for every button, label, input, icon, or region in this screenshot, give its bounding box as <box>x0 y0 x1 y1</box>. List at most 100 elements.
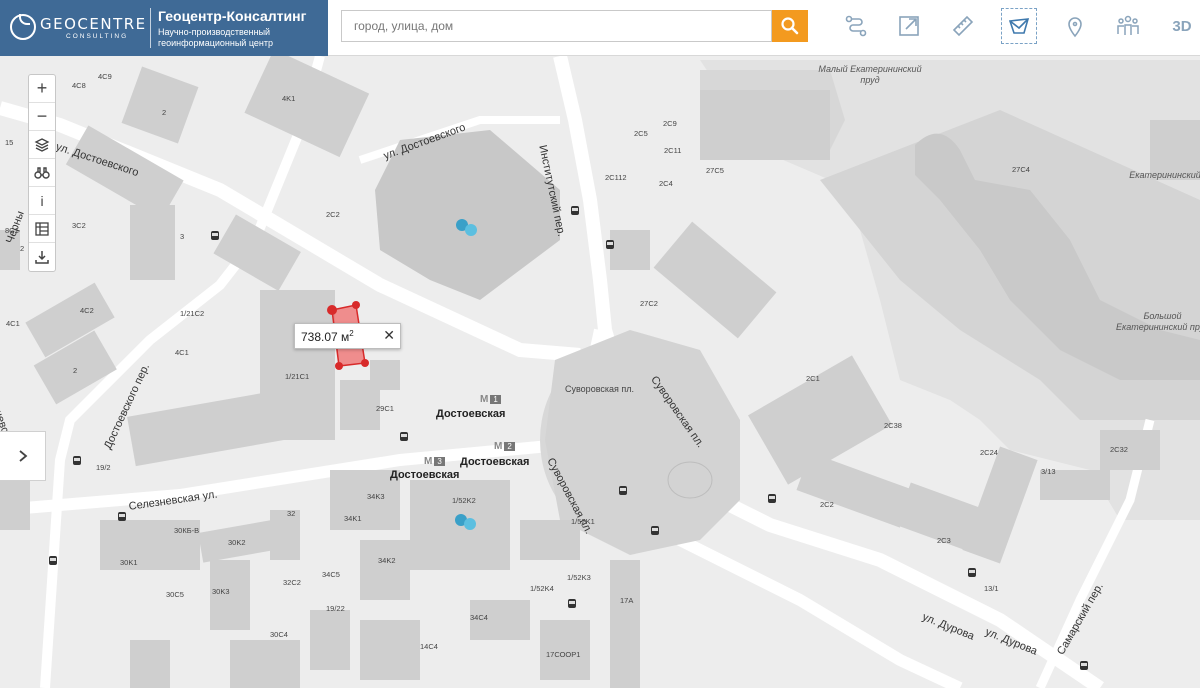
building-number-label: 19/2 <box>96 463 111 472</box>
binoculars-button[interactable] <box>29 159 55 187</box>
building-number-label: 1/52K4 <box>530 584 554 593</box>
metro-station-label: Достоевская <box>436 408 506 420</box>
building-number-label: 17СООР1 <box>546 650 581 659</box>
building-number-label: 13/1 <box>984 584 999 593</box>
building-number-label: 2 <box>73 366 78 375</box>
building-number-label: 27C4 <box>1012 165 1030 174</box>
park-label: Екатерининский <box>1129 170 1200 180</box>
building-number-label: 3/13 <box>1041 467 1056 476</box>
layers-button[interactable] <box>29 131 55 159</box>
bus-stop-icon <box>118 512 126 521</box>
chevron-right-icon <box>18 450 27 462</box>
close-popup-button[interactable]: ✕ <box>383 327 395 344</box>
map-controls: + − i <box>28 74 56 272</box>
share-tool-button[interactable] <box>891 8 927 44</box>
info-button[interactable]: i <box>29 187 55 215</box>
building-number-label: 27C2 <box>640 299 658 308</box>
building-number-label: 15 <box>5 138 14 147</box>
brand-block[interactable]: GEOCENTRE CONSULTING Геоцентр-Консалтинг… <box>0 0 328 56</box>
building-number-label: 34K2 <box>378 556 396 565</box>
building-number-label: 32 <box>287 509 296 518</box>
area-unit-power: 2 <box>349 329 354 338</box>
logo-icon <box>10 14 36 40</box>
building-number-label: 34C5 <box>322 570 340 579</box>
building-number-label: 30K2 <box>228 538 246 547</box>
bus-stop-icon <box>73 456 81 465</box>
metro-badge: M2 <box>494 441 515 452</box>
search-input[interactable] <box>341 10 772 42</box>
bus-stop-icon <box>651 526 659 535</box>
route-icon <box>845 15 867 37</box>
route-tool-button[interactable] <box>838 8 874 44</box>
building-number-label: 4C1 <box>175 348 189 357</box>
map-app: GEOCENTRE CONSULTING Геоцентр-Консалтинг… <box>0 0 1200 688</box>
metro-station-label: Достоевская <box>460 456 530 468</box>
3d-view-button[interactable]: 3D <box>1164 8 1200 44</box>
area-tool-button[interactable] <box>1001 8 1037 44</box>
external-link-icon <box>899 16 919 36</box>
area-measure-icon <box>1008 18 1030 34</box>
area-value: 738.07 м <box>301 330 350 344</box>
table-button[interactable] <box>29 215 55 243</box>
brand-divider <box>150 8 151 48</box>
bus-stop-icon <box>606 240 614 249</box>
building-number-label: 34K3 <box>367 492 385 501</box>
building-number-label: 30K1 <box>120 558 138 567</box>
building-number-label: 30C5 <box>166 590 184 599</box>
map-canvas[interactable]: ул. Достоевского ул. Достоевского Инстит… <box>0 56 1200 688</box>
grid-icon <box>35 221 49 236</box>
zoom-out-button[interactable]: − <box>29 103 55 131</box>
building-number-label: 1/21C2 <box>180 309 205 318</box>
building-number-label: 2C4 <box>659 179 673 188</box>
building-number-label: 2 <box>20 244 25 253</box>
download-icon <box>35 251 49 264</box>
brand-title: Геоцентр-Консалтинг <box>158 8 307 24</box>
people-tool-button[interactable] <box>1110 8 1146 44</box>
building-number-label: 32C2 <box>283 578 301 587</box>
building-number-label: 29C1 <box>376 404 394 413</box>
building-number-label: 8C1 <box>5 226 19 235</box>
building-number-label: 2C1 <box>806 374 820 383</box>
ruler-icon <box>952 15 974 37</box>
pin-tool-button[interactable] <box>1057 8 1093 44</box>
building-number-label: 34C4 <box>470 613 488 622</box>
building-number-label: 1/21C1 <box>285 372 310 381</box>
top-bar: GEOCENTRE CONSULTING Геоцентр-Консалтинг… <box>0 0 1200 56</box>
building-number-label: 2C5 <box>634 129 648 138</box>
building-number-label: 19/22 <box>326 604 345 613</box>
bus-stop-icon <box>400 432 408 441</box>
building-number-label: 2 <box>162 108 167 117</box>
search-button[interactable] <box>772 10 808 42</box>
side-panel-toggle[interactable] <box>0 431 46 481</box>
building-number-label: 2C3 <box>937 536 951 545</box>
bus-stop-icon <box>1080 661 1088 670</box>
park-label: Большой Екатерининский пруд <box>1115 311 1200 332</box>
building-number-label: 30КБ-В <box>174 526 200 535</box>
building-number-label: 34K1 <box>344 514 362 523</box>
building-number-label: 4C2 <box>80 306 94 315</box>
brand-subtitle: Научно-производственный геоинформационны… <box>158 27 273 48</box>
building-number-label: 4C8 <box>72 81 86 90</box>
metro-badge: M1 <box>480 394 501 405</box>
download-button[interactable] <box>29 243 55 271</box>
building-number-label: 2C11 <box>664 146 682 155</box>
layers-icon <box>34 137 50 152</box>
building-number-label: 4C9 <box>98 72 112 81</box>
bus-stop-icon <box>568 599 576 608</box>
building-number-label: 2C32 <box>1110 445 1128 454</box>
building-number-label: 4C1 <box>6 319 20 328</box>
ruler-tool-button[interactable] <box>945 8 981 44</box>
bus-stop-icon <box>619 486 627 495</box>
area-measurement-popup: 738.07 м2 ✕ <box>294 323 401 349</box>
building-number-label: 1/52K2 <box>452 496 476 505</box>
building-number-label: 17A <box>620 596 634 605</box>
bus-stop-icon <box>49 556 57 565</box>
building-number-label: 2C2 <box>326 210 340 219</box>
bus-stop-icon <box>968 568 976 577</box>
logo-subtext: CONSULTING <box>66 33 129 40</box>
building-number-label: 27C5 <box>706 166 724 175</box>
building-number-label: 4K1 <box>282 94 296 103</box>
map-pin-icon <box>1068 17 1082 38</box>
building-number-label: 2C38 <box>884 421 902 430</box>
zoom-in-button[interactable]: + <box>29 75 55 103</box>
